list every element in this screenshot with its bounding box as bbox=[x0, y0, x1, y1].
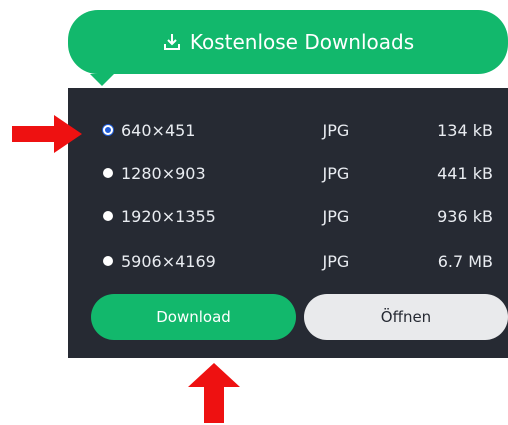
red-arrow-up-icon bbox=[188, 363, 240, 423]
download-button-label: Download bbox=[156, 308, 231, 326]
radio[interactable] bbox=[103, 211, 113, 221]
file-size-label: 6.7 MB bbox=[437, 251, 493, 271]
resolution-label: 1280×903 bbox=[121, 163, 206, 183]
red-arrow-right-icon bbox=[12, 115, 82, 153]
format-label: JPG bbox=[322, 251, 350, 271]
format-label: JPG bbox=[322, 206, 350, 226]
resolution-label: 5906×4169 bbox=[121, 251, 216, 271]
format-label: JPG bbox=[322, 163, 350, 183]
file-size-label: 936 kB bbox=[437, 206, 493, 226]
size-option-640[interactable]: 640×451 JPG 134 kB bbox=[103, 115, 493, 145]
download-button[interactable]: Download bbox=[91, 294, 296, 340]
radio[interactable] bbox=[103, 168, 113, 178]
download-options-panel: 640×451 JPG 134 kB 1280×903 JPG 441 kB 1… bbox=[68, 88, 508, 358]
size-option-5906[interactable]: 5906×4169 JPG 6.7 MB bbox=[103, 246, 493, 276]
radio[interactable] bbox=[103, 256, 113, 266]
resolution-label: 640×451 bbox=[121, 120, 196, 140]
free-downloads-button[interactable]: Kostenlose Downloads bbox=[68, 10, 508, 74]
download-tray-icon bbox=[162, 32, 182, 52]
format-label: JPG bbox=[322, 120, 350, 140]
open-button-label: Öffnen bbox=[380, 308, 432, 326]
free-downloads-label: Kostenlose Downloads bbox=[189, 30, 415, 54]
file-size-label: 441 kB bbox=[437, 163, 493, 183]
radio-selected[interactable] bbox=[103, 125, 113, 135]
dropdown-notch bbox=[90, 74, 114, 86]
size-option-1280[interactable]: 1280×903 JPG 441 kB bbox=[103, 158, 493, 188]
size-option-1920[interactable]: 1920×1355 JPG 936 kB bbox=[103, 201, 493, 231]
open-button[interactable]: Öffnen bbox=[304, 294, 508, 340]
resolution-label: 1920×1355 bbox=[121, 206, 216, 226]
file-size-label: 134 kB bbox=[437, 120, 493, 140]
